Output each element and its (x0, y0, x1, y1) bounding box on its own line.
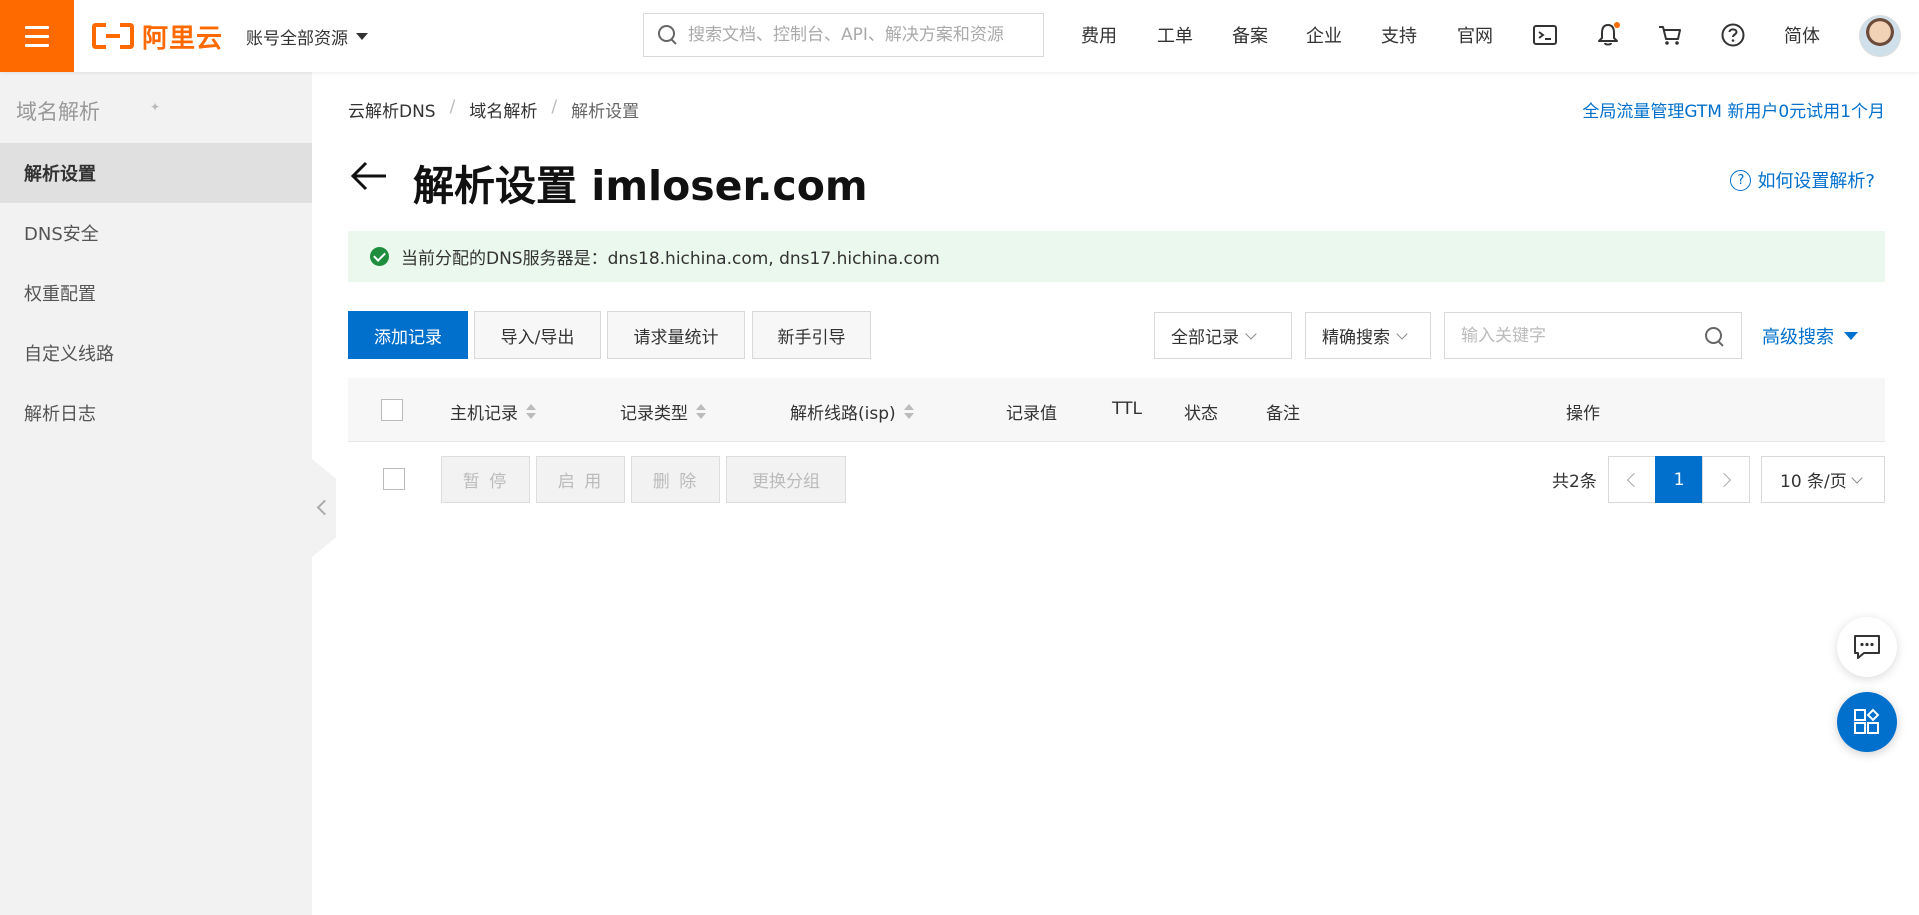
breadcrumb-item-current: 解析设置 (571, 102, 640, 122)
page-size-select[interactable]: 10 条/页 (1761, 456, 1885, 503)
global-search[interactable] (643, 13, 1044, 57)
check-circle-icon (370, 247, 389, 266)
search-icon (658, 25, 678, 45)
import-export-button[interactable]: 导入/导出 (474, 311, 601, 359)
top-bar: 阿里云 账号全部资源 费用 工单 备案 企业 支持 官网 简体 (0, 0, 1919, 72)
nav-tickets[interactable]: 工单 (1157, 22, 1193, 48)
question-icon: ? (1730, 169, 1752, 191)
column-status: 状态 (1184, 404, 1218, 424)
gtm-promo-link[interactable]: 全局流量管理GTM 新用户0元试用1个月 (1582, 97, 1885, 122)
beginner-guide-button[interactable]: 新手引导 (752, 311, 871, 359)
breadcrumb-item-domain-resolution[interactable]: 域名解析 (469, 97, 537, 122)
chevron-down-icon (1396, 327, 1408, 340)
back-arrow-icon[interactable] (348, 155, 390, 197)
sidebar-title: 域名解析 (16, 100, 100, 124)
how-to-help-link[interactable]: ? 如何设置解析? (1730, 167, 1875, 193)
sort-icon[interactable] (903, 404, 914, 419)
sidebar-item-dns-logs[interactable]: 解析日志 (0, 383, 312, 443)
apps-icon (1854, 708, 1880, 734)
aliyun-logo[interactable]: 阿里云 (92, 18, 223, 54)
search-icon[interactable] (1705, 327, 1725, 347)
dns-server-text: 当前分配的DNS服务器是：dns18.hichina.com, dns17.hi… (401, 249, 940, 269)
sidebar-item-weight-config[interactable]: 权重配置 (0, 263, 312, 323)
advanced-search-toggle[interactable]: 高级搜索 (1762, 323, 1858, 349)
record-filter-select[interactable]: 全部记录 (1154, 312, 1292, 359)
column-ttl: TTL (1112, 399, 1142, 419)
caret-down-icon (356, 33, 368, 40)
sidebar-item-dns-settings[interactable]: 解析设置 (0, 143, 312, 203)
caret-down-icon (1844, 332, 1858, 340)
how-to-label: 如何设置解析? (1757, 171, 1875, 192)
dns-server-notice: 当前分配的DNS服务器是：dns18.hichina.com, dns17.hi… (348, 231, 1885, 282)
chevron-right-icon (1716, 472, 1732, 487)
user-avatar[interactable] (1859, 15, 1901, 57)
nav-support[interactable]: 支持 (1381, 22, 1417, 48)
breadcrumb: 云解析DNS / 域名解析 / 解析设置 (348, 97, 640, 122)
column-actions: 操作 (1566, 404, 1600, 424)
cart-icon[interactable] (1657, 22, 1683, 48)
breadcrumb-item-cloud-dns[interactable]: 云解析DNS (348, 97, 436, 122)
select-all-checkbox[interactable] (381, 399, 403, 421)
record-filter-value: 全部记录 (1171, 328, 1239, 348)
nav-enterprise[interactable]: 企业 (1306, 22, 1342, 48)
advanced-search-label: 高级搜索 (1762, 327, 1834, 348)
nav-billing[interactable]: 费用 (1081, 22, 1117, 48)
column-remark: 备注 (1266, 404, 1300, 424)
chevron-down-icon (1245, 327, 1257, 340)
column-resolution-line: 解析线路(isp) (790, 399, 914, 424)
account-label: 账号全部资源 (246, 29, 348, 49)
apps-float-button[interactable] (1837, 692, 1897, 752)
page-title: 解析设置 imloser.com (413, 162, 868, 210)
column-record-value: 记录值 (1006, 404, 1057, 424)
account-resources-dropdown[interactable]: 账号全部资源 (246, 24, 368, 49)
nav-icp-filing[interactable]: 备案 (1232, 22, 1268, 48)
bell-icon[interactable] (1595, 22, 1621, 48)
sort-icon[interactable] (696, 404, 706, 419)
change-group-button[interactable]: 更换分组 (726, 456, 846, 503)
menu-icon[interactable] (0, 0, 74, 72)
pin-icon[interactable]: ✦ (150, 100, 160, 114)
enable-button[interactable]: 启 用 (536, 456, 625, 503)
sidebar-collapse-handle[interactable] (312, 459, 336, 557)
page-size-value: 10 条/页 (1780, 472, 1847, 492)
page-1-button[interactable]: 1 (1655, 456, 1703, 503)
delete-button[interactable]: 删 除 (631, 456, 720, 503)
global-search-input[interactable] (688, 25, 1028, 45)
chat-icon (1854, 635, 1880, 659)
sidebar-item-custom-lines[interactable]: 自定义线路 (0, 323, 312, 383)
chevron-down-icon (1851, 471, 1863, 484)
logo-text: 阿里云 (142, 23, 224, 54)
sidebar: 域名解析 ✦ 解析设置 DNS安全 权重配置 自定义线路 解析日志 (0, 72, 312, 915)
add-record-button[interactable]: 添加记录 (348, 311, 468, 359)
sidebar-item-dns-security[interactable]: DNS安全 (0, 203, 312, 263)
terminal-icon[interactable] (1532, 22, 1558, 48)
chevron-left-icon (1626, 472, 1642, 487)
chat-float-button[interactable] (1837, 617, 1897, 677)
language-switch[interactable]: 简体 (1784, 22, 1820, 48)
column-host-record: 主机记录 (450, 399, 536, 424)
help-icon[interactable] (1720, 22, 1746, 48)
total-count: 共2条 (1552, 472, 1597, 492)
batch-select-checkbox[interactable] (383, 468, 405, 490)
aliyun-logo-icon (92, 23, 134, 49)
next-page-button[interactable] (1702, 456, 1750, 503)
sort-icon[interactable] (526, 404, 536, 419)
keyword-search[interactable] (1444, 312, 1742, 359)
request-stats-button[interactable]: 请求量统计 (607, 311, 745, 359)
column-record-type: 记录类型 (620, 399, 706, 424)
nav-official-site[interactable]: 官网 (1457, 22, 1493, 48)
pause-button[interactable]: 暂 停 (441, 456, 530, 503)
search-mode-select[interactable]: 精确搜索 (1305, 312, 1431, 359)
search-mode-value: 精确搜索 (1322, 328, 1390, 348)
records-table-header: 主机记录 记录类型 解析线路(isp) 记录值 TTL 状态 备注 操作 (348, 378, 1885, 442)
prev-page-button[interactable] (1608, 456, 1656, 503)
keyword-input[interactable] (1461, 325, 1701, 346)
